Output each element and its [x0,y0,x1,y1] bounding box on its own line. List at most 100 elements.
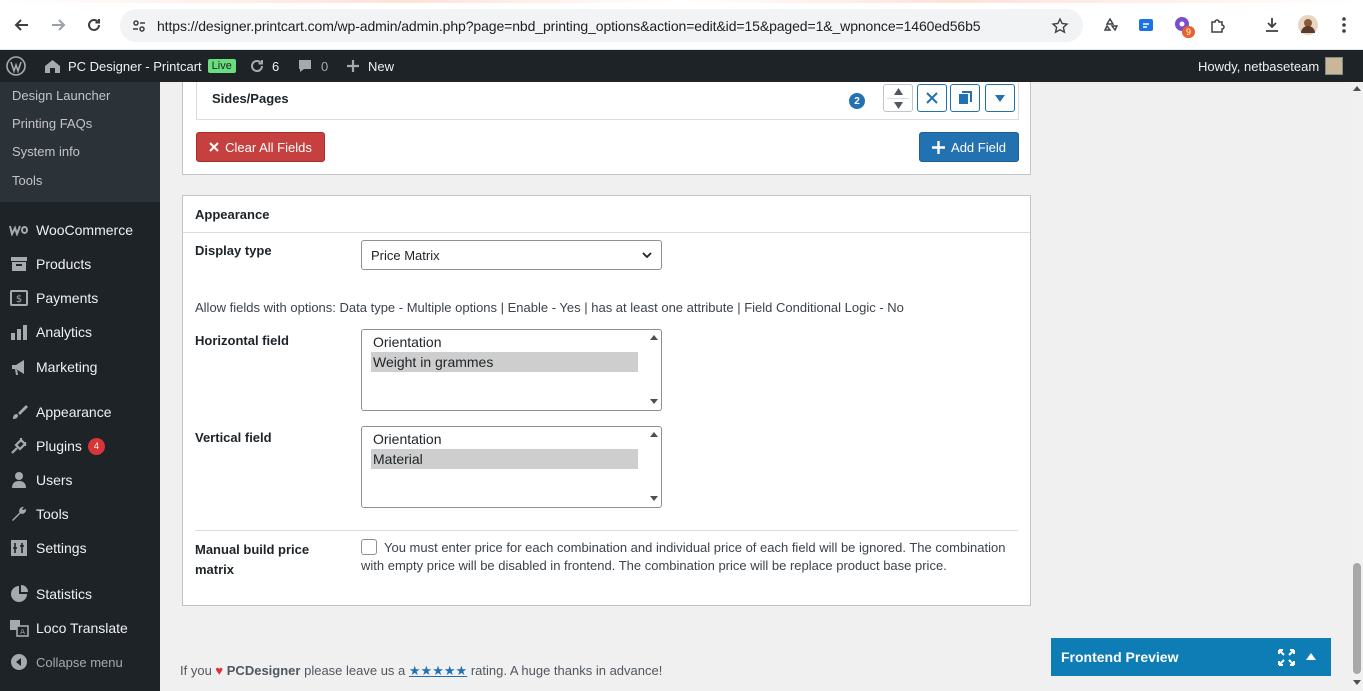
forward-button[interactable] [46,13,70,37]
listbox-option[interactable]: Orientation [371,332,638,352]
sidebar-item-settings[interactable]: Settings [0,531,160,565]
comment-icon [299,60,311,72]
copy-field-button[interactable] [950,84,980,112]
sidebar-item-tools[interactable]: Tools [0,497,160,531]
sidebar-item-analytics[interactable]: Analytics [0,315,160,349]
address-bar[interactable]: https://designer.printcart.com/wp-admin/… [120,9,1083,42]
sidebar-item-appearance[interactable]: Appearance [0,395,160,429]
footer-prefix: If you [180,663,212,678]
home-icon [45,60,60,73]
frontend-preview-bar[interactable]: Frontend Preview [1051,638,1331,676]
sidebar-item-label: Users [36,472,73,488]
listbox-scrollbar[interactable] [647,427,661,507]
updates-link[interactable]: 6 [248,50,279,82]
docs-extension-icon[interactable] [1134,13,1158,37]
submenu-item-system-info[interactable]: System info [12,144,80,159]
sidebar-item-label: Products [36,256,92,272]
scroll-down-icon [650,496,658,501]
vertical-field-listbox[interactable]: Orientation Material [361,426,662,508]
listbox-scrollbar[interactable] [647,330,661,410]
field-count-badge: 2 [849,93,865,109]
profile-avatar[interactable] [1296,13,1320,37]
wordpress-logo-icon[interactable] [6,50,26,82]
site-name-link[interactable]: PC Designer - Printcart Live [44,50,236,82]
plus-icon [347,60,359,72]
collapse-menu-button[interactable]: Collapse menu [0,645,160,679]
move-up-icon[interactable] [894,88,903,95]
sidebar-item-products[interactable]: Products [0,247,160,281]
divider [195,530,1018,531]
site-settings-icon [133,20,145,32]
plug-icon [0,437,36,455]
add-field-label: Add Field [951,139,1006,155]
listbox-option-selected[interactable]: Weight in grammes [371,352,638,372]
close-icon [209,142,219,152]
sidebar-item-woocommerce[interactable]: WooCommerce [0,213,160,247]
comments-count: 0 [321,58,329,74]
download-icon[interactable] [1260,13,1284,37]
svg-text:A: A [20,628,25,636]
page-scrollbar[interactable] [1351,82,1363,691]
caret-up-icon[interactable] [1306,653,1316,660]
sidebar-item-payments[interactable]: $ Payments [0,281,160,315]
updates-count: 6 [272,58,280,74]
scroll-up-icon [650,335,658,340]
wrench-icon [0,505,36,523]
copy-icon [959,91,972,104]
delete-field-button[interactable] [917,84,947,112]
admin-footer: If you ♥ PCDesigner please leave us a ★★… [180,663,662,679]
close-icon [926,92,938,104]
browser-menu-icon[interactable] [1332,13,1356,37]
scroll-thumb[interactable] [1353,563,1361,674]
expand-icon[interactable] [1278,649,1295,666]
fields-panel: Sides/Pages 2 Clear All Fields Add Field [182,82,1031,175]
sidebar-item-label: Analytics [36,324,93,340]
site-name: PC Designer - Printcart [68,58,202,74]
sidebar-item-loco-translate[interactable]: A Loco Translate [0,611,160,645]
heart-icon: ♥ [215,663,224,678]
pie-chart-icon [0,585,36,603]
footer-suffix: rating. A huge thanks in advance! [470,663,663,678]
submenu-item-printing-faqs[interactable]: Printing FAQs [12,116,92,131]
sidebar-item-statistics[interactable]: Statistics [0,577,160,611]
collapse-icon [0,653,36,671]
display-type-select[interactable]: Price Matrix [361,240,662,270]
reload-button[interactable] [82,13,106,37]
submenu-item-design-launcher[interactable]: Design Launcher [12,88,110,103]
sidebar-item-label: Settings [36,540,87,556]
manual-build-label: Manual build price [195,542,310,557]
comments-link[interactable]: 0 [297,50,328,82]
field-row[interactable]: Sides/Pages 2 [196,82,1019,120]
listbox-option[interactable]: Orientation [371,429,638,449]
horizontal-field-listbox[interactable]: Orientation Weight in grammes [361,329,662,411]
extension-badge: 9 [1182,26,1195,38]
move-down-icon[interactable] [894,102,903,109]
rating-stars-link[interactable]: ★★★★★ [409,663,467,678]
extensions-puzzle-icon[interactable] [1206,13,1230,37]
clear-all-fields-button[interactable]: Clear All Fields [196,132,325,162]
display-type-label: Display type [195,243,272,258]
bookmark-star-icon[interactable] [1051,17,1069,35]
appearance-title: Appearance [195,207,270,222]
submenu-item-tools[interactable]: Tools [12,173,42,188]
gear-extension-icon[interactable]: 9 [1170,13,1195,38]
user-avatar [1325,57,1344,75]
add-field-button[interactable]: Add Field [919,132,1019,162]
recycle-extension-icon[interactable] [1098,13,1122,37]
sidebar-item-users[interactable]: Users [0,463,160,497]
listbox-option-selected[interactable]: Material [371,449,638,469]
sidebar-item-plugins[interactable]: Plugins 4 [0,429,160,463]
new-content-link[interactable]: New [345,50,394,82]
scroll-down-icon [1353,680,1361,685]
chevron-down-icon [642,252,652,259]
account-menu[interactable]: Howdy, netbaseteam [1198,50,1344,82]
scroll-up-icon [650,432,658,437]
toggle-field-button[interactable] [985,84,1015,112]
user-icon [0,471,36,489]
back-button[interactable] [10,13,34,37]
clear-all-label: Clear All Fields [225,139,312,155]
plugin-submenu: Design Launcher Printing FAQs System inf… [0,82,160,202]
footer-brand: PCDesigner [226,663,301,678]
plugins-update-count: 4 [87,437,105,455]
sidebar-item-marketing[interactable]: Marketing [0,350,160,384]
